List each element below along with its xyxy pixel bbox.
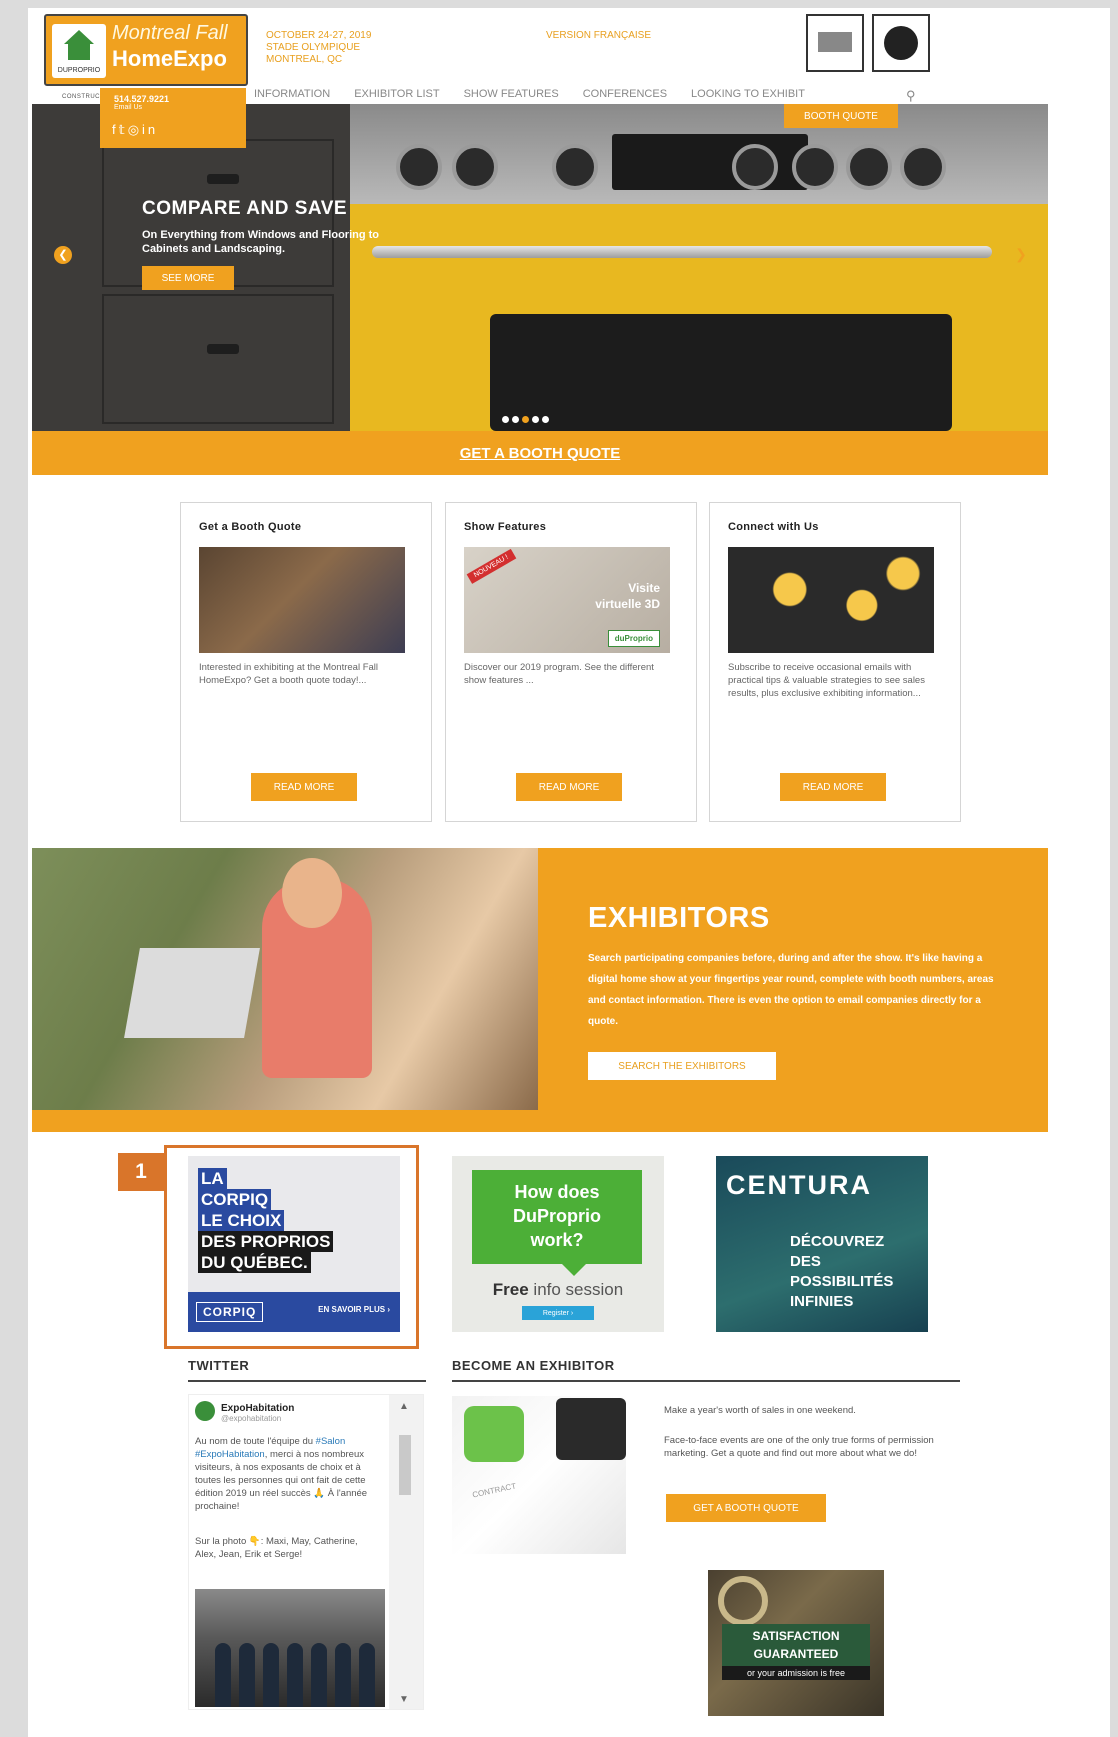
card-connect: Connect with Us Subscribe to receive occ… bbox=[709, 502, 961, 822]
social-links: f𝕥◎in bbox=[112, 122, 158, 138]
twitter-name[interactable]: ExpoHabitation bbox=[221, 1403, 294, 1414]
contact-phone[interactable]: 514.527.9221 bbox=[114, 94, 169, 104]
search-exhibitors-button[interactable]: SEARCH THE EXHIBITORS bbox=[588, 1052, 776, 1080]
booth-quote-tab[interactable]: BOOTH QUOTE bbox=[784, 104, 898, 128]
hero-see-more-button[interactable]: SEE MORE bbox=[142, 266, 234, 290]
exhibitors-title: EXHIBITORS bbox=[588, 902, 770, 934]
virtual-visit-label-2: virtuelle 3D bbox=[595, 597, 660, 611]
virtual-visit-label: Visite bbox=[628, 581, 660, 595]
become-exhibitor-rule bbox=[452, 1380, 960, 1382]
card-title: Get a Booth Quote bbox=[199, 521, 302, 533]
logo-title-line2: HomeExpo bbox=[112, 46, 227, 71]
contact-email-link[interactable]: Email Us bbox=[114, 104, 142, 111]
slider-dots bbox=[502, 416, 549, 423]
slider-dot[interactable] bbox=[502, 416, 509, 423]
exhibitors-photo bbox=[32, 848, 538, 1110]
card-image[interactable] bbox=[199, 547, 405, 653]
scroll-down-icon[interactable]: ▼ bbox=[399, 1694, 409, 1705]
duproprio-info: Free info session bbox=[492, 1280, 624, 1299]
event-dates: OCTOBER 24-27, 2019 bbox=[266, 30, 372, 41]
card-booth-quote: Get a Booth Quote Interested in exhibiti… bbox=[180, 502, 432, 822]
event-info: OCTOBER 24-27, 2019 STADE OLYMPIQUE MONT… bbox=[266, 30, 371, 66]
tweet-photo[interactable] bbox=[195, 1589, 385, 1707]
slider-dot[interactable] bbox=[532, 416, 539, 423]
event-venue: STADE OLYMPIQUE bbox=[266, 42, 361, 53]
twitter-scrollbar[interactable]: ▲ ▼ bbox=[389, 1395, 423, 1709]
card-text: Subscribe to receive occasional emails w… bbox=[728, 662, 925, 699]
twitter-rule bbox=[188, 1380, 426, 1382]
tweet-text: Au nom de toute l'équipe du #Salon #Expo… bbox=[195, 1436, 368, 1512]
slider-dot[interactable] bbox=[542, 416, 549, 423]
twitter-feed[interactable]: ExpoHabitation @expohabitation Au nom de… bbox=[188, 1394, 424, 1710]
twitter-heading: TWITTER bbox=[188, 1358, 250, 1373]
new-ribbon: NOUVEAU ! bbox=[466, 549, 516, 584]
twitter-icon[interactable]: 𝕥 bbox=[119, 122, 128, 137]
chevron-right-icon[interactable]: ❯ bbox=[1012, 246, 1030, 264]
satisfaction-sub: or your admission is free bbox=[722, 1666, 870, 1680]
become-exhibitor-photo: CONTRACT bbox=[452, 1396, 626, 1554]
ad-centura[interactable]: CENTURA DÉCOUVREZ DES POSSIBILITÉS INFIN… bbox=[716, 1156, 928, 1332]
hero-subtitle: On Everything from Windows and Flooring … bbox=[142, 229, 380, 255]
partner-logo-1[interactable] bbox=[806, 14, 864, 72]
get-booth-quote-band[interactable]: GET A BOOTH QUOTE bbox=[32, 431, 1048, 475]
card-image[interactable] bbox=[728, 547, 934, 653]
card-title: Show Features bbox=[464, 521, 547, 533]
site-logo[interactable]: DUPROPRIO Montreal Fall HomeExpo CONSTRU… bbox=[44, 14, 248, 100]
contract-label: CONTRACT bbox=[471, 1481, 517, 1500]
logo-title-line1: Montreal Fall bbox=[112, 22, 228, 44]
slider-dot[interactable] bbox=[512, 416, 519, 423]
become-exhibitor-text-2: Face-to-face events are one of the only … bbox=[664, 1435, 934, 1459]
exhibitors-panel: EXHIBITORS Search participating companie… bbox=[538, 848, 1048, 1132]
slider-dot[interactable] bbox=[522, 416, 529, 423]
scroll-thumb[interactable] bbox=[399, 1435, 411, 1495]
hero-slider: COMPARE AND SAVE On Everything from Wind… bbox=[32, 104, 1048, 431]
satisfaction-guaranteed-banner[interactable]: SATISFACTION GUARANTEED or your admissio… bbox=[708, 1570, 884, 1716]
twitter-avatar[interactable] bbox=[195, 1401, 215, 1421]
highlight-frame bbox=[164, 1145, 419, 1349]
card-text: Discover our 2019 program. See the diffe… bbox=[464, 662, 654, 686]
read-more-button[interactable]: READ MORE bbox=[516, 773, 622, 801]
contact-box: 514.527.9221 Email Us f𝕥◎in bbox=[100, 88, 246, 148]
search-icon[interactable]: ⚲ bbox=[906, 88, 916, 104]
centura-tagline: DÉCOUVREZ DES POSSIBILITÉS INFINIES bbox=[790, 1233, 894, 1310]
become-exhibitor-heading: BECOME AN EXHIBITOR bbox=[452, 1358, 615, 1373]
exhibitors-description: Search participating companies before, d… bbox=[588, 953, 994, 1027]
read-more-button[interactable]: READ MORE bbox=[780, 773, 886, 801]
card-text: Interested in exhibiting at the Montreal… bbox=[199, 662, 379, 686]
satisfaction-title: SATISFACTION GUARANTEED bbox=[722, 1624, 870, 1666]
card-title: Connect with Us bbox=[728, 521, 819, 533]
duproprio-bubble: How does DuProprio work? bbox=[472, 1170, 642, 1276]
centura-logo: CENTURA bbox=[726, 1170, 872, 1200]
house-icon: DUPROPRIO bbox=[52, 24, 106, 78]
event-city: MONTREAL, QC bbox=[266, 54, 343, 65]
become-exhibitor-text-1: Make a year's worth of sales in one week… bbox=[664, 1405, 856, 1416]
card-show-features: Show Features NOUVEAU ! Visite virtuelle… bbox=[445, 502, 697, 822]
facebook-icon[interactable]: f bbox=[112, 122, 119, 137]
get-booth-quote-button[interactable]: GET A BOOTH QUOTE bbox=[666, 1494, 826, 1522]
card-image[interactable]: NOUVEAU ! Visite virtuelle 3D duProprio bbox=[464, 547, 670, 653]
language-switch-link[interactable]: VERSION FRANÇAISE bbox=[546, 30, 651, 41]
hero-title: COMPARE AND SAVE bbox=[142, 198, 348, 219]
chevron-left-icon[interactable]: ❮ bbox=[54, 246, 72, 264]
film-reel-icon bbox=[718, 1576, 768, 1626]
tweet-caption: Sur la photo 👇: Maxi, May, Catherine, Al… bbox=[195, 1536, 358, 1560]
read-more-button[interactable]: READ MORE bbox=[251, 773, 357, 801]
linkedin-icon[interactable]: in bbox=[142, 122, 158, 137]
ad-duproprio[interactable]: How does DuProprio work? Free info sessi… bbox=[452, 1156, 664, 1332]
duproprio-register-button[interactable]: Register › bbox=[522, 1306, 594, 1320]
twitter-handle: @expohabitation bbox=[221, 1414, 282, 1423]
partner-logo-2[interactable] bbox=[872, 14, 930, 72]
instagram-icon[interactable]: ◎ bbox=[128, 122, 142, 137]
duproprio-logo: duProprio bbox=[607, 630, 660, 647]
scroll-up-icon[interactable]: ▲ bbox=[399, 1401, 409, 1412]
exhibitors-band bbox=[32, 1110, 538, 1132]
callout-badge: 1 bbox=[118, 1153, 164, 1191]
